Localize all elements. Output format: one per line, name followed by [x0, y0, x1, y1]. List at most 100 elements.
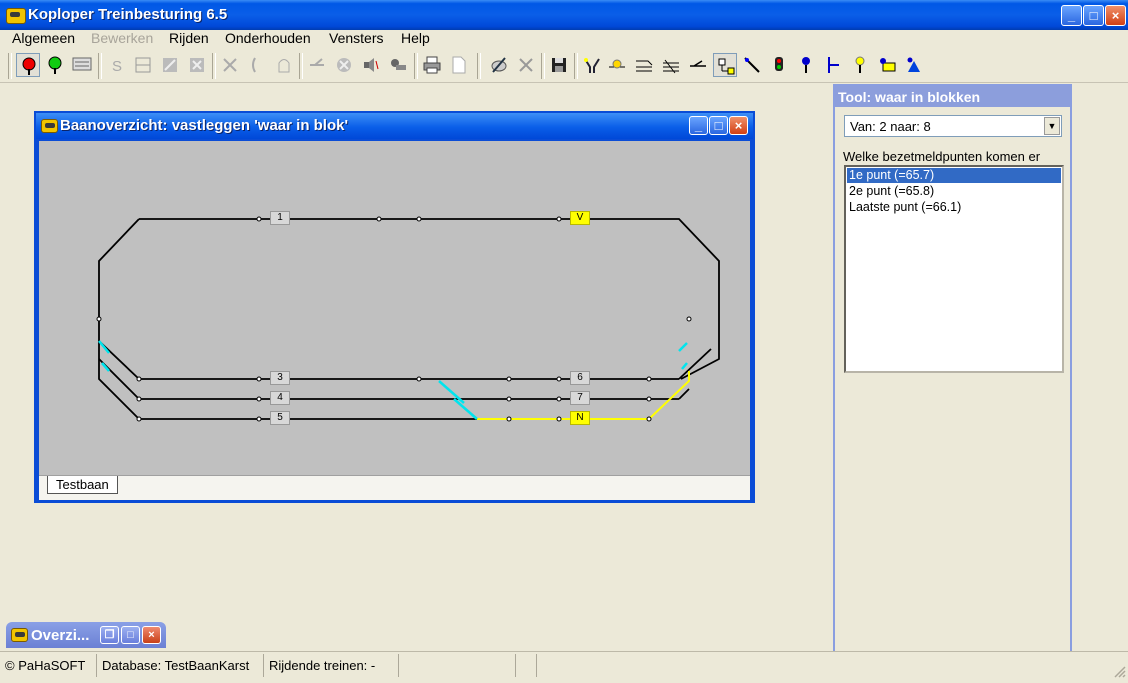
sound-icon[interactable]: [359, 53, 383, 77]
loc-off-icon[interactable]: [218, 53, 242, 77]
toolbar-separator: [98, 53, 102, 79]
toolbar: S: [0, 49, 1128, 83]
sensor-dot: [646, 376, 652, 382]
train-list-icon[interactable]: [70, 53, 94, 77]
block-5[interactable]: 5: [270, 411, 290, 425]
block-label: 7: [577, 392, 583, 403]
menu-vensters[interactable]: Vensters: [329, 30, 383, 46]
status-panel-empty: [538, 654, 1108, 677]
close-button[interactable]: ×: [1105, 5, 1126, 26]
track-window-maximize-button[interactable]: □: [709, 116, 728, 135]
chevron-down-icon[interactable]: ▼: [1044, 117, 1060, 135]
window-logo-icon: [41, 119, 58, 133]
restore-button[interactable]: ❐: [100, 626, 119, 644]
track-overview-window[interactable]: Baanoverzicht: vastleggen 'waar in blok'…: [34, 111, 755, 503]
list-item[interactable]: Laatste punt (=66.1): [847, 200, 1061, 215]
save-icon[interactable]: [547, 53, 571, 77]
menu-rijden[interactable]: Rijden: [169, 30, 209, 46]
close-button[interactable]: ×: [142, 626, 161, 644]
locomotive-icon[interactable]: [386, 53, 410, 77]
menu-bar: Algemeen Bewerken Rijden Onderhouden Ven…: [0, 30, 1128, 50]
edit-block-icon[interactable]: [158, 53, 182, 77]
block-3[interactable]: 3: [270, 371, 290, 385]
close-icon: ×: [148, 629, 155, 641]
pin-icon[interactable]: [794, 53, 818, 77]
track-left: [98, 218, 140, 420]
route-icon[interactable]: [580, 53, 604, 77]
block-label: 3: [277, 372, 283, 383]
block-6[interactable]: 6: [570, 371, 590, 385]
signal-green-icon[interactable]: [43, 53, 67, 77]
marker-icon[interactable]: [902, 53, 926, 77]
lamp-icon[interactable]: [848, 53, 872, 77]
list-item[interactable]: 1e punt (=65.7): [847, 168, 1061, 183]
block-n[interactable]: N: [570, 411, 590, 425]
track-right-lower: [678, 348, 712, 380]
line-icon[interactable]: [740, 53, 764, 77]
menu-help[interactable]: Help: [401, 30, 430, 46]
app-titlebar[interactable]: Koploper Treinbesturing 6.5 _ □ ×: [0, 0, 1128, 30]
maximize-button[interactable]: □: [121, 626, 140, 644]
window-logo-icon: [11, 628, 28, 642]
status-trains: Rijdende treinen: -: [265, 654, 399, 677]
light-icon[interactable]: [605, 53, 629, 77]
close-icon: ×: [1111, 8, 1120, 23]
sensor-dot: [556, 416, 562, 422]
minimized-window-title: Overzi...: [31, 627, 90, 644]
sensor-dot: [556, 376, 562, 382]
block-label: N: [576, 412, 584, 423]
track-top: [139, 218, 720, 380]
block-7[interactable]: 7: [570, 391, 590, 405]
toolbar-separator: [8, 53, 12, 79]
points-listbox[interactable]: 1e punt (=65.7) 2e punt (=65.8) Laatste …: [844, 165, 1064, 373]
status-panel-empty: [400, 654, 516, 677]
block-label: 6: [577, 372, 583, 383]
track-window-close-button[interactable]: ×: [729, 116, 748, 135]
menu-bewerken[interactable]: Bewerken: [91, 30, 153, 46]
track-layout-canvas[interactable]: 1 V 3 6 4 7 5 N: [39, 141, 750, 475]
signal-red-icon[interactable]: [16, 53, 40, 77]
delete-block-icon[interactable]: [185, 53, 209, 77]
status-bar: © PaHaSOFT Database: TestBaanKarst Rijde…: [0, 651, 1128, 683]
sensor-icon[interactable]: [875, 53, 899, 77]
track-window-minimize-button[interactable]: _: [689, 116, 708, 135]
app-title: Koploper Treinbesturing 6.5: [28, 6, 228, 23]
resize-grip-icon[interactable]: [1112, 664, 1126, 678]
tab-testbaan[interactable]: Testbaan: [47, 476, 118, 494]
list-item[interactable]: 2e punt (=65.8): [847, 184, 1061, 199]
maximize-icon: □: [127, 629, 134, 641]
maximize-button[interactable]: □: [1083, 5, 1104, 26]
menu-algemeen[interactable]: Algemeen: [12, 30, 75, 46]
stop-circle-icon[interactable]: [332, 53, 356, 77]
block-label: V: [576, 212, 584, 223]
tool-panel-header: Tool: waar in blokken: [835, 86, 1070, 107]
signal-arm-icon[interactable]: [632, 53, 656, 77]
new-page-icon[interactable]: [447, 53, 471, 77]
block-v[interactable]: V: [570, 211, 590, 225]
toolbar-separator: [212, 53, 216, 79]
print-icon[interactable]: [420, 53, 444, 77]
track-window-titlebar[interactable]: Baanoverzicht: vastleggen 'waar in blok'…: [36, 113, 753, 139]
route-select-dropdown[interactable]: Van: 2 naar: 8 ▼: [844, 115, 1062, 137]
crossing-icon[interactable]: [659, 53, 683, 77]
menu-onderhouden[interactable]: Onderhouden: [225, 30, 311, 46]
minimize-button[interactable]: _: [1061, 5, 1082, 26]
stop-icon[interactable]: [245, 53, 269, 77]
turnout-icon[interactable]: [821, 53, 845, 77]
s-text-icon[interactable]: S: [104, 53, 128, 77]
toolbar-separator: [541, 53, 545, 79]
sensor-dot: [646, 416, 652, 422]
signal-icon[interactable]: [767, 53, 791, 77]
minimize-icon: _: [694, 118, 703, 133]
minimized-overview-window[interactable]: Overzi... ❐ □ ×: [6, 622, 166, 648]
track-edit-icon[interactable]: [686, 53, 710, 77]
block-icon[interactable]: [131, 53, 155, 77]
close-icon: ×: [734, 118, 743, 133]
block-4[interactable]: 4: [270, 391, 290, 405]
cancel-icon[interactable]: [514, 53, 538, 77]
switch-icon[interactable]: [305, 53, 329, 77]
block-edit-icon[interactable]: [713, 53, 737, 77]
ghost-icon[interactable]: [272, 53, 296, 77]
draw-pen-icon[interactable]: [487, 53, 511, 77]
block-1[interactable]: 1: [270, 211, 290, 225]
